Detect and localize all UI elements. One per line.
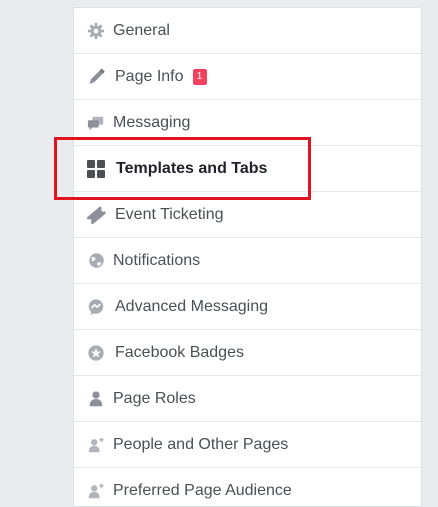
sidebar-item-messaging[interactable]: Messaging — [74, 100, 421, 146]
sidebar-item-page-roles[interactable]: Page Roles — [74, 376, 421, 422]
sidebar-item-templates-and-tabs[interactable]: Templates and Tabs — [74, 146, 421, 192]
badge-icon — [86, 343, 106, 363]
sidebar-item-people-and-other-pages[interactable]: People and Other Pages — [74, 422, 421, 468]
chat-bubbles-icon — [86, 113, 106, 133]
messenger-icon — [86, 297, 106, 317]
gear-icon — [86, 21, 106, 41]
sidebar-item-label: People and Other Pages — [113, 435, 289, 453]
sidebar-item-label: General — [113, 21, 170, 39]
sidebar-item-label: Page Info — [115, 67, 184, 85]
person-star-icon — [86, 435, 106, 455]
sidebar-item-page-info[interactable]: Page Info 1 — [74, 54, 421, 100]
ticket-icon — [86, 205, 106, 225]
sidebar-item-label: Messaging — [113, 113, 191, 131]
globe-icon — [86, 251, 106, 271]
sidebar-item-label: Preferred Page Audience — [113, 481, 292, 499]
person-icon — [86, 389, 106, 409]
grid-icon — [86, 159, 106, 179]
sidebar-item-facebook-badges[interactable]: Facebook Badges — [74, 330, 421, 376]
sidebar-item-general[interactable]: General — [74, 8, 421, 54]
settings-sidebar: General Page Info 1 Messaging Templates … — [73, 7, 422, 507]
sidebar-item-label: Notifications — [113, 251, 201, 269]
sidebar-item-advanced-messaging[interactable]: Advanced Messaging — [74, 284, 421, 330]
sidebar-item-label: Page Roles — [113, 389, 196, 407]
notification-badge: 1 — [192, 68, 207, 85]
person-star-icon — [86, 481, 106, 501]
sidebar-item-label: Event Ticketing — [115, 205, 224, 223]
sidebar-item-label: Templates and Tabs — [116, 159, 268, 177]
sidebar-item-label: Advanced Messaging — [115, 297, 268, 315]
sidebar-item-label: Facebook Badges — [115, 343, 244, 361]
sidebar-item-event-ticketing[interactable]: Event Ticketing — [74, 192, 421, 238]
pencil-icon — [86, 67, 106, 87]
sidebar-item-preferred-page-audience[interactable]: Preferred Page Audience — [74, 468, 421, 506]
sidebar-item-notifications[interactable]: Notifications — [74, 238, 421, 284]
